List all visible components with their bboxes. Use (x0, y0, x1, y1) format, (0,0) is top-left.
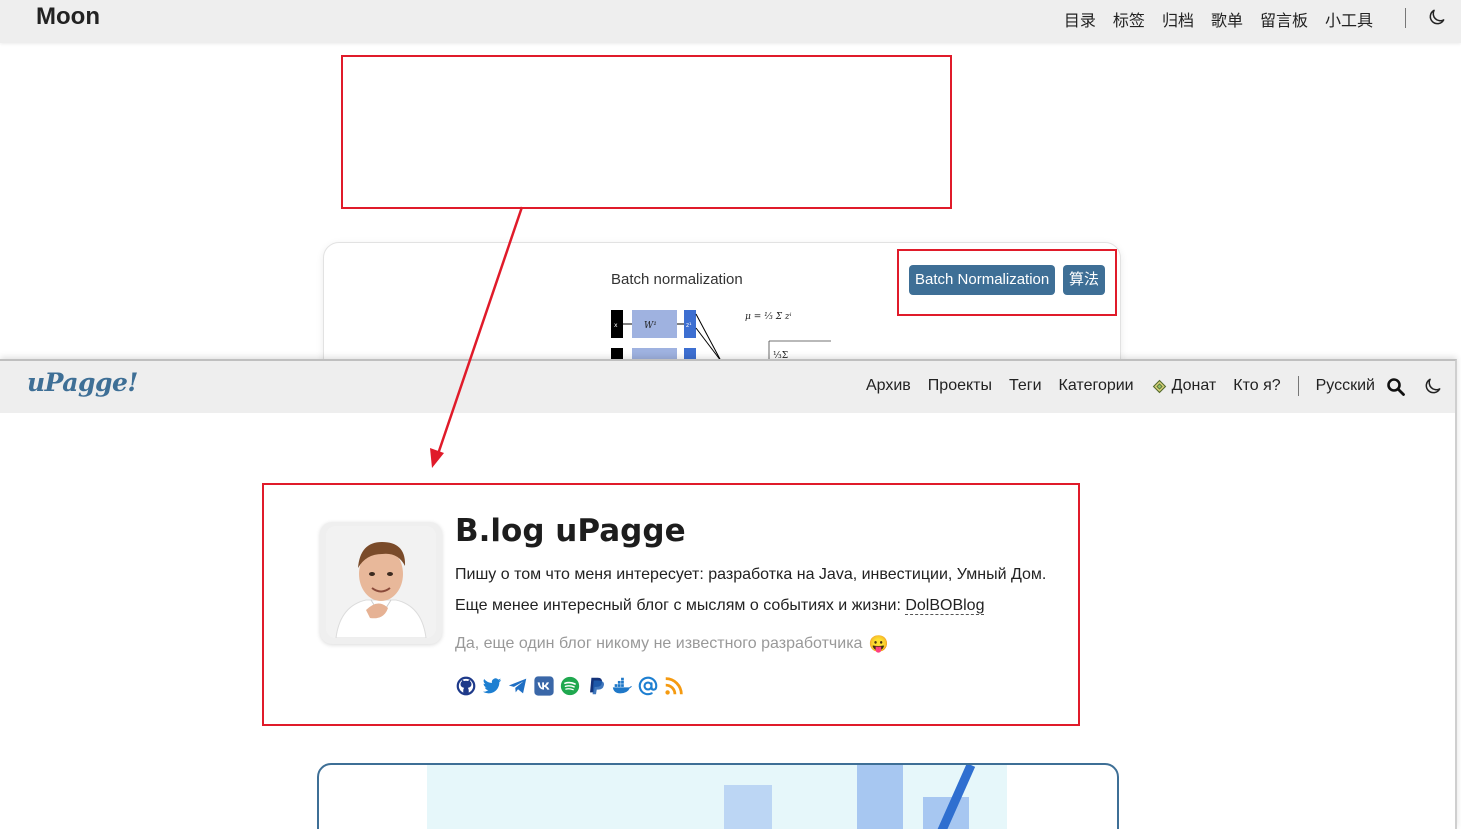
moon-logo[interactable]: Moon (36, 3, 100, 31)
moon-header: Moon 目录 标签 归档 歌单 留言板 小工具 (0, 0, 1461, 43)
tongue-emoji-icon: 😛 (868, 636, 889, 653)
nav-divider (1297, 376, 1299, 396)
upagge-logo[interactable]: uPagge! (27, 368, 138, 397)
telegram-icon[interactable] (507, 675, 529, 697)
post-card-image (427, 765, 1007, 829)
rss-icon[interactable] (663, 675, 685, 697)
docker-icon[interactable] (611, 675, 633, 697)
donate-icon (1152, 379, 1166, 393)
blog-subtitle-text: Да, еще один блог никому не известного р… (455, 635, 863, 652)
svg-text:W¹: W¹ (644, 321, 657, 331)
svg-text:μ = ⅓ Σ zⁱ: μ = ⅓ Σ zⁱ (745, 312, 792, 322)
blog-description: Пишу о том что меня интересует: разработ… (455, 559, 1075, 621)
moon-icon[interactable] (1427, 6, 1447, 28)
tag-batch-normalization[interactable]: Batch Normalization (909, 265, 1056, 295)
nav-item-language[interactable]: Русский (1316, 377, 1375, 395)
upagge-nav: Архив Проекты Теги Категории Донат Кто я… (866, 376, 1375, 396)
moon-nav-item-tools[interactable]: 小工具 (1325, 7, 1373, 31)
post-card-preview[interactable] (317, 763, 1119, 829)
moon-nav-item-playlist[interactable]: 歌单 (1211, 7, 1243, 31)
nav-item-archive[interactable]: Архив (866, 377, 911, 395)
spotify-icon[interactable] (559, 675, 581, 697)
moon-nav: 目录 标签 归档 歌单 留言板 小工具 (1064, 7, 1373, 31)
upagge-window: uPagge! Архив Проекты Теги Категории Дон… (0, 359, 1457, 829)
moon-nav-item-archive[interactable]: 归档 (1162, 7, 1194, 31)
nav-item-tags[interactable]: Теги (1009, 377, 1042, 395)
twitter-icon[interactable] (481, 675, 503, 697)
annotation-box-top (341, 55, 952, 209)
upagge-header: uPagge! Архив Проекты Теги Категории Дон… (0, 361, 1455, 413)
tag-algorithm[interactable]: 算法 (1063, 265, 1106, 295)
dolboblog-link[interactable]: DolBOBlog (905, 597, 985, 615)
paypal-icon[interactable] (585, 675, 607, 697)
nav-item-donate-label: Донат (1171, 377, 1217, 394)
nav-item-about[interactable]: Кто я? (1233, 377, 1280, 395)
moon-nav-item-toc[interactable]: 目录 (1064, 7, 1096, 31)
moon-nav-item-guestbook[interactable]: 留言板 (1260, 7, 1308, 31)
avatar-frame (320, 522, 442, 644)
avatar-image (326, 526, 436, 638)
nav-item-projects[interactable]: Проекты (928, 377, 992, 395)
search-icon[interactable] (1386, 377, 1406, 397)
email-icon[interactable] (637, 675, 659, 697)
moon-icon[interactable] (1423, 375, 1443, 397)
avatar (326, 526, 436, 638)
nav-item-donate[interactable]: Донат (1151, 377, 1217, 395)
moon-nav-divider (1405, 8, 1406, 28)
nav-item-categories[interactable]: Категории (1059, 377, 1134, 395)
moon-nav-item-tags[interactable]: 标签 (1113, 7, 1145, 31)
social-links (455, 675, 685, 697)
svg-text:z¹: z¹ (686, 322, 692, 329)
post-image-title: Batch normalization (611, 271, 743, 288)
svg-text:x: x (614, 322, 618, 329)
blog-title: B.log uPagge (455, 513, 686, 549)
blog-subtitle: Да, еще один блог никому не известного р… (455, 634, 888, 654)
github-icon[interactable] (455, 675, 477, 697)
post-image-diagram: x W¹ z¹ μ = ⅓ Σ zⁱ ⅓Σ (611, 310, 831, 368)
vk-icon[interactable] (533, 675, 555, 697)
